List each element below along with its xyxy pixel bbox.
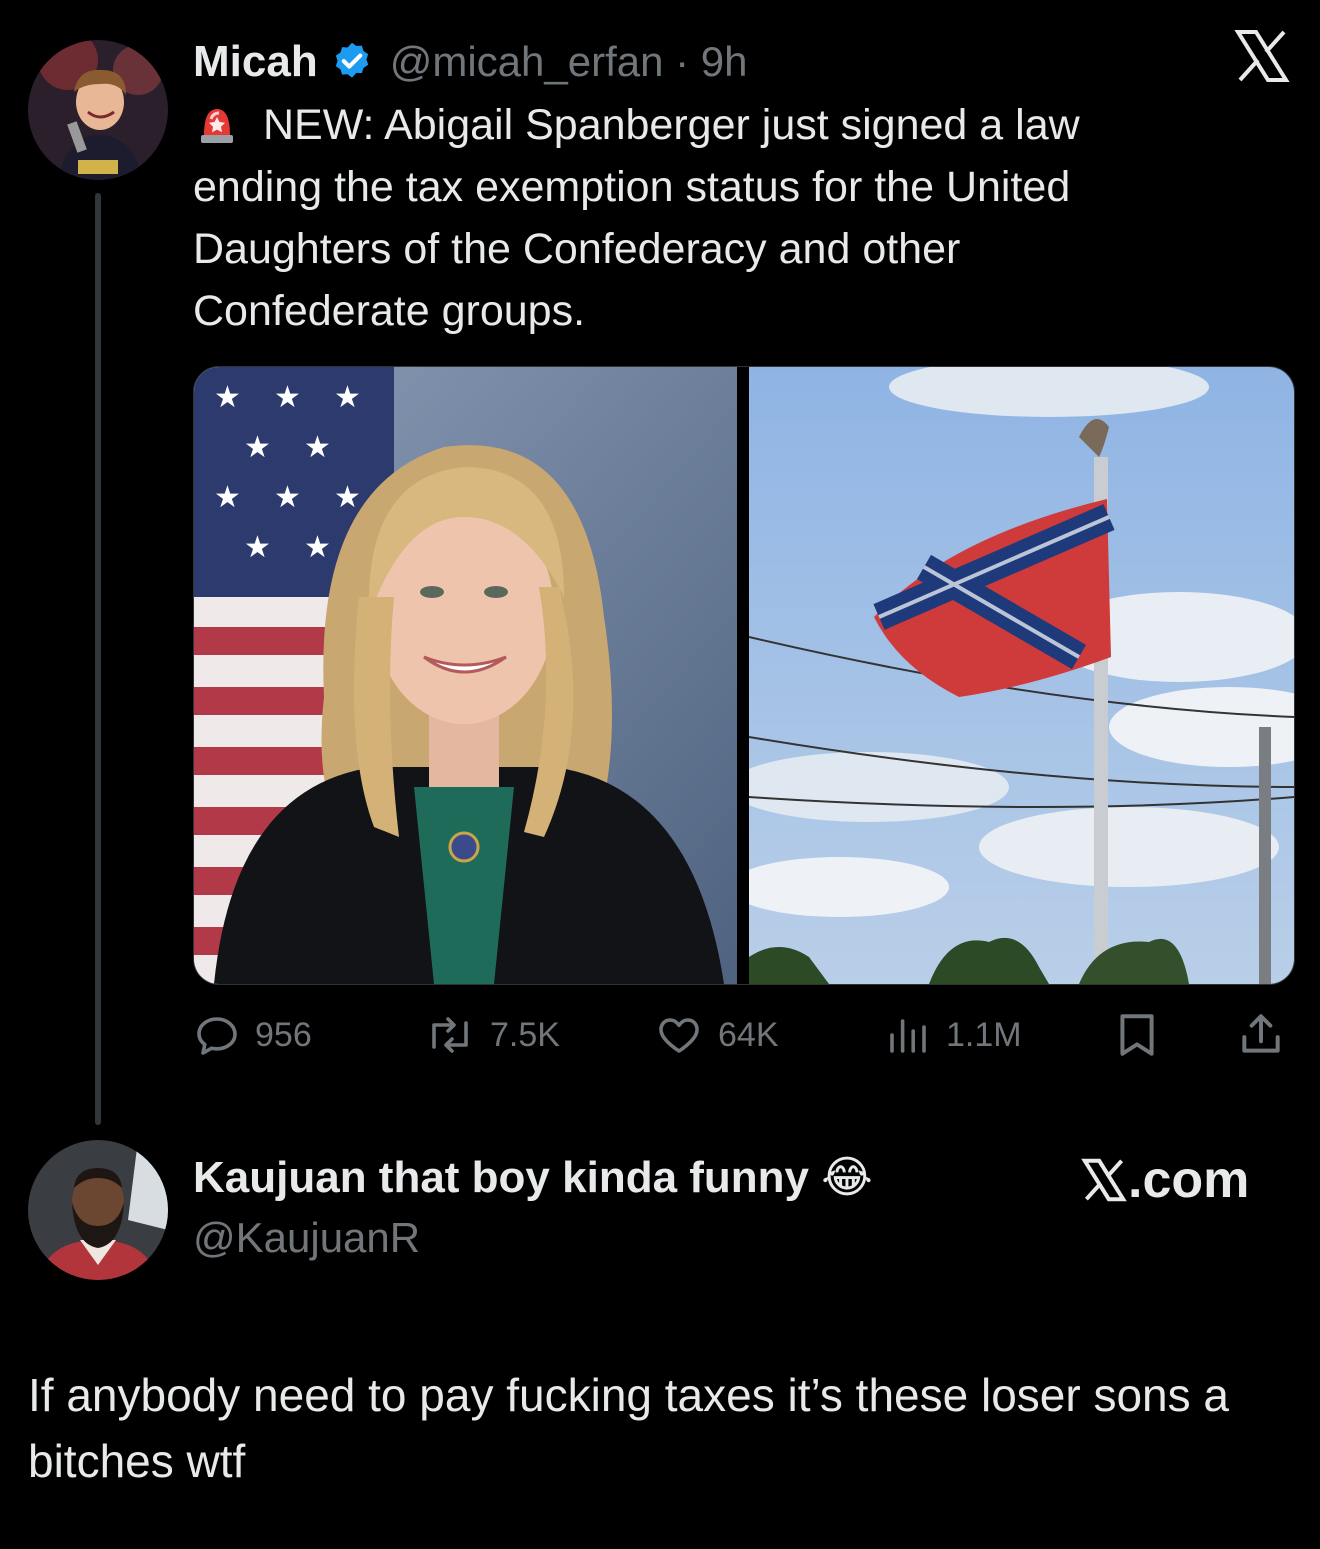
svg-text:★: ★ <box>334 380 361 415</box>
reply-bubble-icon <box>197 1017 237 1055</box>
thread-connector-line <box>95 193 101 1125</box>
media-photo-portrait[interactable]: ★ ★ ★ ★ ★ ★ ★ ★ ★ ★ <box>194 367 737 984</box>
svg-text:★: ★ <box>304 430 331 465</box>
tweet-media[interactable]: ★ ★ ★ ★ ★ ★ ★ ★ ★ ★ <box>193 366 1295 985</box>
svg-text:★: ★ <box>244 530 271 565</box>
bookmark-action[interactable] <box>1112 1010 1162 1060</box>
reply-text: If anybody need to pay fucking taxes it’… <box>28 1369 1229 1487</box>
views-count: 1.1M <box>946 1015 1022 1054</box>
share-icon <box>1242 1014 1280 1053</box>
views-action[interactable]: 1.1M <box>884 1010 1022 1060</box>
reply-count: 956 <box>255 1015 312 1054</box>
svg-text:★: ★ <box>244 430 271 465</box>
verified-badge-icon <box>330 40 374 84</box>
x-com-text: .com <box>1128 1151 1250 1209</box>
repost-icon <box>432 1017 468 1053</box>
svg-text:★: ★ <box>274 480 301 515</box>
repost-action[interactable]: 7.5K <box>424 1010 560 1060</box>
media-divider <box>737 367 749 984</box>
svg-text:★: ★ <box>274 380 301 415</box>
like-count: 64K <box>718 1015 779 1054</box>
like-action[interactable]: 64K <box>654 1010 779 1060</box>
author-avatar[interactable] <box>28 40 168 180</box>
repost-count: 7.5K <box>490 1015 560 1054</box>
x-com-branding[interactable]: .com <box>1080 1150 1249 1210</box>
reply-action[interactable]: 956 <box>193 1010 312 1060</box>
reply-author-avatar[interactable] <box>28 1140 168 1280</box>
tweet-text-block: NEW: Abigail Spanberger just signed a la… <box>193 94 1203 342</box>
tweet-header: Micah @micah_erfan · 9h <box>193 34 748 90</box>
share-action[interactable] <box>1236 1010 1286 1060</box>
svg-text:★: ★ <box>334 480 361 515</box>
x-logo-icon[interactable] <box>1232 26 1292 86</box>
svg-text:★: ★ <box>214 480 241 515</box>
svg-text:★: ★ <box>214 380 241 415</box>
author-name[interactable]: Micah <box>193 37 318 87</box>
author-handle-time[interactable]: @micah_erfan · 9h <box>390 38 748 86</box>
reply-author-handle[interactable]: @KaujuanR <box>193 1214 420 1262</box>
media-photo-flag[interactable] <box>729 367 1294 984</box>
siren-emoji-icon <box>193 99 241 147</box>
reply-author-name[interactable]: Kaujuan that boy kinda funny 😂 <box>193 1152 873 1203</box>
svg-text:★: ★ <box>304 530 331 565</box>
x-logo-small-icon <box>1081 1158 1127 1202</box>
bookmark-icon <box>1120 1014 1154 1056</box>
views-chart-icon <box>890 1019 926 1053</box>
heart-icon <box>659 1018 699 1053</box>
tweet-text: NEW: Abigail Spanberger just signed a la… <box>193 101 1080 335</box>
